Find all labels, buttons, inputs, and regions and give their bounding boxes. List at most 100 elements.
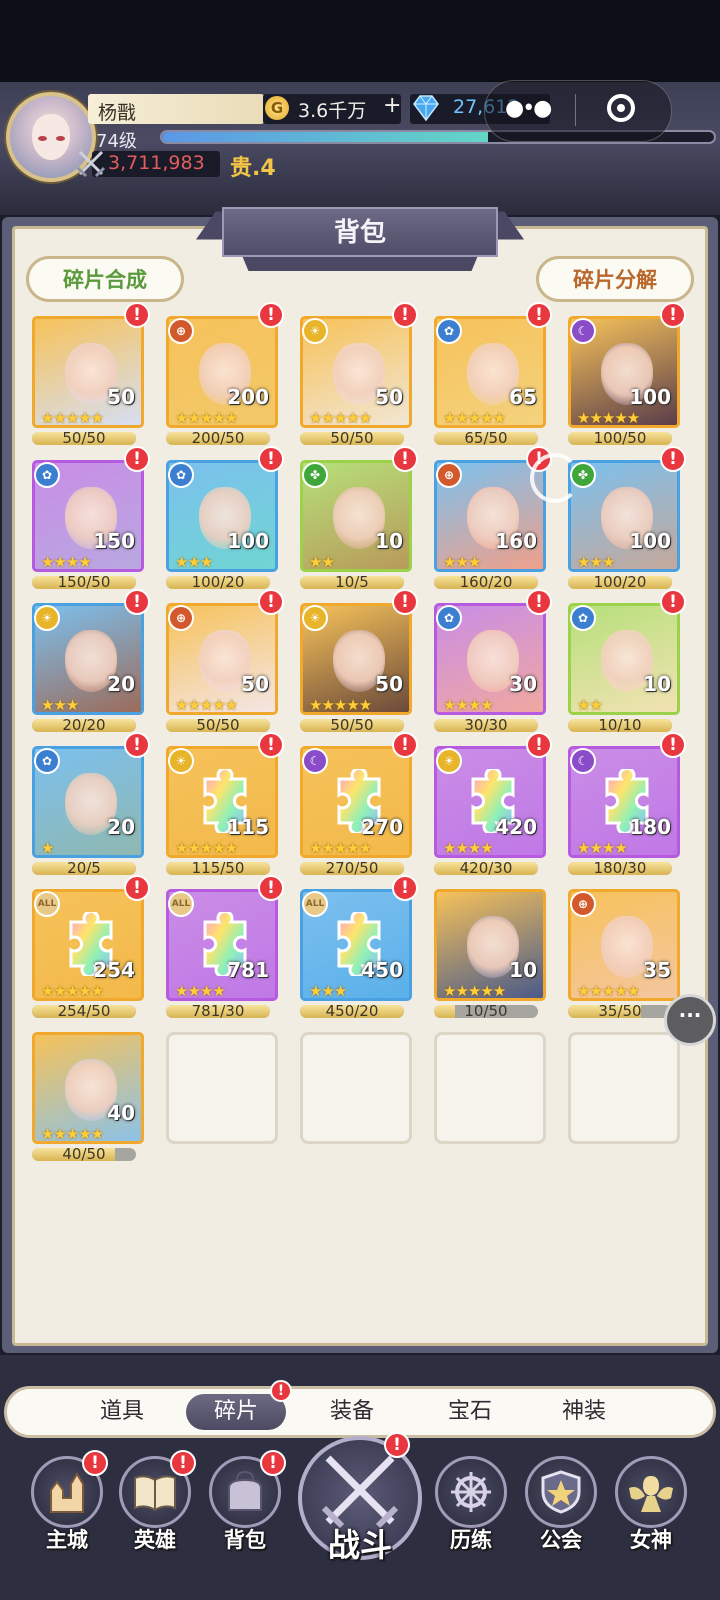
element-light-icon: ☀ <box>34 605 60 631</box>
red-alert-badge: ! <box>660 589 686 615</box>
red-alert-badge: ! <box>258 302 284 328</box>
red-alert-badge: ! <box>124 446 150 472</box>
red-alert-badge: ! <box>258 446 284 472</box>
fragment-count: 180 <box>629 815 671 839</box>
red-alert-badge: ! <box>392 589 418 615</box>
element-dark-icon: ☾ <box>570 748 596 774</box>
element-dark-icon: ☾ <box>570 318 596 344</box>
element-sun-icon: ⊕ <box>436 462 462 488</box>
shield-emblem-icon <box>541 1470 581 1514</box>
star-rating: ★★★ <box>175 553 213 571</box>
fragment-count: 160 <box>495 529 537 553</box>
fragment-progress-text: 10/10 <box>598 716 642 734</box>
bag-icon <box>228 1470 262 1511</box>
chat-bubble-icon[interactable] <box>664 994 716 1046</box>
nav-battle[interactable]: 战斗! <box>298 1432 422 1572</box>
red-alert-badge: ! <box>260 1450 286 1476</box>
fragment-progress-text: 254/50 <box>57 1002 111 1020</box>
fragment-count: 35 <box>643 958 671 982</box>
fragment-progress-text: 160/20 <box>459 573 513 591</box>
close-miniprogram-icon[interactable] <box>607 94 635 122</box>
fragment-progress-text: 10/5 <box>335 573 369 591</box>
fragment-progress-text: 270/50 <box>325 859 379 877</box>
star-rating: ★★★★★ <box>443 982 506 1000</box>
star-rating: ★★★★★ <box>443 409 506 427</box>
red-alert-badge: ! <box>258 732 284 758</box>
player-name: 杨戬 <box>98 102 137 124</box>
red-alert-badge: ! <box>124 875 150 901</box>
fragment-count: 50 <box>107 385 135 409</box>
hero-fragment-24[interactable]: ★★★★★ 10 <box>434 889 546 1001</box>
star-rating: ★★ <box>309 553 335 571</box>
fragment-count: 65 <box>509 385 537 409</box>
nav-1[interactable]: 主城! <box>28 1450 108 1552</box>
element-sun-icon: ⊕ <box>570 891 596 917</box>
red-alert-badge: ! <box>526 732 552 758</box>
star-rating: ★★★★★ <box>309 696 372 714</box>
star-rating: ★★★★ <box>443 696 494 714</box>
red-alert-badge: ! <box>392 302 418 328</box>
nav-3[interactable]: 背包! <box>206 1450 286 1552</box>
goddess-icon <box>629 1476 673 1512</box>
element-all-icon: ALL <box>168 891 194 917</box>
element-all-icon: ALL <box>34 891 60 917</box>
fragment-progress-text: 180/30 <box>593 859 647 877</box>
fragment-progress-text: 100/50 <box>593 429 647 447</box>
nav-5[interactable]: 历练 <box>432 1452 510 1552</box>
hero-fragment-1[interactable]: ★★★★★ 50 <box>32 316 144 428</box>
red-alert-badge: ! <box>124 302 150 328</box>
combat-power: 3,711,983 <box>108 152 205 174</box>
tab-5[interactable]: 神装 <box>534 1394 634 1430</box>
star-rating: ★★★★ <box>41 553 92 571</box>
star-rating: ★★★ <box>577 553 615 571</box>
fragment-decompose-button[interactable]: 碎片分解 <box>536 256 694 302</box>
red-alert-badge: ! <box>660 446 686 472</box>
castle-icon <box>50 1472 84 1513</box>
star-rating: ★★ <box>577 696 603 714</box>
avatar-eye-right <box>56 136 65 141</box>
fragment-compose-button[interactable]: 碎片合成 <box>26 256 184 302</box>
tab-3[interactable]: 装备 <box>302 1394 402 1430</box>
nav-label: 英雄 <box>134 1528 176 1552</box>
star-rating: ★★★★ <box>577 839 628 857</box>
hero-fragment-26[interactable]: ★★★★★ 40 <box>32 1032 144 1144</box>
red-alert-badge: ! <box>170 1450 196 1476</box>
nav-6[interactable]: 公会 <box>522 1452 600 1552</box>
fragment-count: 10 <box>509 958 537 982</box>
nav-2[interactable]: 英雄! <box>116 1450 196 1552</box>
star-rating: ★★★★ <box>443 839 494 857</box>
red-alert-badge: ! <box>392 875 418 901</box>
tab-2[interactable]: 碎片 <box>186 1394 286 1430</box>
element-water-icon: ✿ <box>436 318 462 344</box>
fragment-count: 50 <box>241 672 269 696</box>
star-rating: ★★★★★ <box>309 839 372 857</box>
vip-rank[interactable]: 贵.4 <box>230 150 276 182</box>
empty-slot <box>434 1032 546 1144</box>
nav-7[interactable]: 女神 <box>612 1452 690 1552</box>
tab-4[interactable]: 宝石 <box>420 1394 520 1430</box>
more-options-icon[interactable]: ●•● <box>505 96 552 121</box>
exp-bar-fill <box>162 132 488 142</box>
star-rating: ★★★★★ <box>309 409 372 427</box>
fragment-count: 30 <box>509 672 537 696</box>
red-alert-badge: ! <box>392 732 418 758</box>
fragment-count: 270 <box>361 815 403 839</box>
fragment-count: 10 <box>643 672 671 696</box>
capsule-divider <box>575 94 576 126</box>
fragment-count: 450 <box>361 958 403 982</box>
fragment-progress-text: 50/50 <box>330 716 374 734</box>
fragment-count: 100 <box>629 385 671 409</box>
add-gold-button[interactable]: + <box>383 93 401 118</box>
fragment-progress-text: 50/50 <box>330 429 374 447</box>
tab-1[interactable]: 道具 <box>72 1394 172 1430</box>
fragment-count: 20 <box>107 672 135 696</box>
fragment-progress-text: 30/30 <box>464 716 508 734</box>
element-sun-icon: ⊕ <box>168 318 194 344</box>
fragment-count: 100 <box>629 529 671 553</box>
star-rating: ★★★★★ <box>577 409 640 427</box>
ship-wheel-icon <box>451 1472 491 1512</box>
fragment-progress-text: 200/50 <box>191 429 245 447</box>
nav-label: 战斗 <box>327 1526 392 1564</box>
star-rating: ★★★ <box>41 696 79 714</box>
red-alert-badge: ! <box>660 732 686 758</box>
